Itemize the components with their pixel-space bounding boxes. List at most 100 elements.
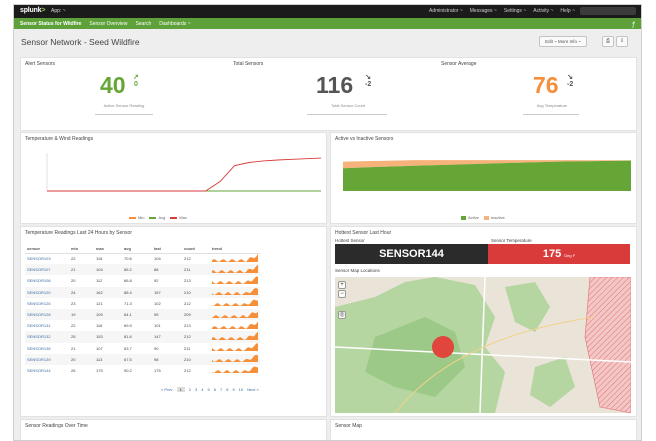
table-row[interactable]: SENSOR108 20 112 66.8 92 213 <box>25 275 260 286</box>
map-layers-icon[interactable]: ◎ <box>338 311 346 319</box>
menu-activity[interactable]: Activity ~ <box>533 8 553 14</box>
table-row[interactable]: SENSOR120 24 162 88.4 157 210 <box>25 286 260 298</box>
sparkline <box>212 331 258 340</box>
pager-item[interactable]: 4 <box>201 387 203 392</box>
pager-item[interactable]: 7 <box>220 387 222 392</box>
nav-search[interactable]: Search <box>135 21 151 27</box>
cell-sensor[interactable]: SENSOR108 <box>25 275 69 286</box>
cell-last: 102 <box>154 300 161 306</box>
app-dropdown[interactable]: App: ~ <box>51 8 66 14</box>
pager-item[interactable]: 9 <box>232 387 234 392</box>
cell-sensor[interactable]: SENSOR136 <box>25 343 69 354</box>
chart-legend: Min Avg Max <box>129 215 187 220</box>
cell-min: 24 <box>69 286 94 298</box>
column-header-min[interactable]: min <box>69 244 94 254</box>
legend-avg[interactable]: Avg <box>149 215 165 220</box>
cell-min: 26 <box>71 367 76 373</box>
cell-count: 212 <box>184 256 191 262</box>
cell-min: 21 <box>69 264 94 276</box>
cell-sensor[interactable]: SENSOR131 <box>25 320 69 331</box>
legend-inactive[interactable]: Inactive <box>483 215 505 220</box>
table-row[interactable]: SENSOR136 21 107 63.7 90 211 <box>25 343 260 354</box>
nav-dashboards[interactable]: Dashboards ~ <box>159 21 190 27</box>
table-body: SENSOR103 22 118 70.6 104 212 SENSOR107 21 104 65… <box>25 253 260 376</box>
cell-sparkline <box>210 308 260 321</box>
pager-item[interactable]: 1 <box>176 387 185 392</box>
app-nav: Sensor Status for Wildfire Sensor Overvi… <box>20 21 191 27</box>
pager-item[interactable]: 8 <box>226 387 228 392</box>
sparkline-area <box>212 321 258 329</box>
menu-settings[interactable]: Settings ~ <box>504 8 526 14</box>
sensor-map[interactable]: + − ◎ <box>335 277 631 413</box>
column-header-last[interactable]: last <box>152 244 182 254</box>
zoom-out-button[interactable]: − <box>338 290 346 298</box>
trend-down-icon: ↘ -2 <box>365 74 371 88</box>
pager-item[interactable]: 6 <box>214 387 216 392</box>
edit-button[interactable]: Edit ~ More Info ~ <box>539 36 587 47</box>
column-header-max[interactable]: max <box>94 244 122 254</box>
cell-sensor[interactable]: SENSOR125 <box>25 298 69 309</box>
series-line-max[interactable] <box>47 157 322 192</box>
cell-last: 90 <box>154 345 159 351</box>
pager-item[interactable]: Next » <box>247 387 259 392</box>
column-header-trend[interactable]: trend <box>210 244 260 254</box>
menu-administrator[interactable]: Administrator ~ <box>429 8 463 14</box>
menu-messages[interactable]: Messages ~ <box>470 8 497 14</box>
sensor-marker[interactable] <box>432 336 454 358</box>
cell-sensor[interactable]: SENSOR132 <box>25 331 69 343</box>
single-value-caption: Total Sensor Count <box>330 103 366 108</box>
legend-min[interactable]: Min <box>129 215 144 220</box>
table-row[interactable]: SENSOR131 22 116 69.9 101 213 <box>25 320 260 331</box>
sensor-map-panel: Sensor Map <box>330 419 637 440</box>
legend-swatch <box>129 216 136 219</box>
pager-item[interactable]: 2 <box>189 387 191 392</box>
column-header-avg[interactable]: avg <box>122 244 152 254</box>
cell-avg: 70.6 <box>124 256 132 262</box>
table-row[interactable]: SENSOR103 22 118 70.6 104 212 <box>25 253 260 264</box>
search-input[interactable] <box>580 7 636 15</box>
table-row[interactable]: SENSOR144 26 175 90.2 175 212 <box>25 365 260 376</box>
cell-max: 153 <box>94 331 122 343</box>
temperature-number: 175 <box>542 248 562 260</box>
print-button[interactable]: ⎙ <box>602 36 614 47</box>
cell-max: 113 <box>94 353 122 365</box>
cell-last: 88 <box>152 264 182 276</box>
pager-item[interactable]: 5 <box>208 387 210 392</box>
nav-sensor-overview[interactable]: Sensor Overview <box>89 21 127 27</box>
cell-sensor[interactable]: SENSOR120 <box>25 286 69 298</box>
sparkline-area <box>212 288 258 296</box>
legend-active[interactable]: Active <box>461 215 479 220</box>
cell-min: 19 <box>69 308 94 321</box>
legend-label: Avg <box>158 215 166 220</box>
cell-sparkline <box>210 343 260 354</box>
pager-item[interactable]: 3 <box>195 387 197 392</box>
table-row[interactable]: SENSOR125 23 121 71.3 102 212 <box>25 298 260 309</box>
legend-swatch <box>149 216 157 219</box>
pager-item[interactable]: 10 <box>239 387 243 392</box>
table-row[interactable]: SENSOR132 25 153 81.6 147 212 <box>25 331 260 343</box>
cell-sensor[interactable]: SENSOR103 <box>25 253 69 264</box>
nav-sensor-status[interactable]: Sensor Status for Wildfire <box>20 21 81 27</box>
cell-sensor[interactable]: SENSOR107 <box>25 264 69 276</box>
table-row[interactable]: SENSOR139 20 113 67.5 98 210 <box>25 353 260 365</box>
cell-sparkline <box>210 286 260 298</box>
cell-sensor[interactable]: SENSOR139 <box>25 353 69 365</box>
zoom-in-button[interactable]: + <box>338 281 346 289</box>
cell-max: 116 <box>96 323 103 329</box>
cell-count: 209 <box>182 308 210 321</box>
table-row[interactable]: SENSOR107 21 104 65.2 88 211 <box>25 264 260 276</box>
cell-last: 157 <box>152 286 182 298</box>
column-header-sensor[interactable]: sensor <box>25 244 69 254</box>
table-row[interactable]: SENSOR128 19 109 64.1 95 209 <box>25 308 260 321</box>
cell-min: 21 <box>71 345 76 351</box>
dashboard-header: Sensor Network - Seed Wildfire Edit ~ Mo… <box>14 29 641 57</box>
menu-help[interactable]: Help ~ <box>560 8 575 14</box>
cell-sensor[interactable]: SENSOR144 <box>25 365 69 376</box>
export-button[interactable]: ⇩ <box>616 36 628 47</box>
legend-max[interactable]: Max <box>170 215 187 220</box>
cell-sensor[interactable]: SENSOR128 <box>25 308 69 321</box>
sparkline <box>212 253 258 262</box>
column-header-count[interactable]: count <box>182 244 210 254</box>
splunk-logo[interactable]: splunk> <box>20 7 45 14</box>
pager-item[interactable]: « Prev <box>161 387 173 392</box>
